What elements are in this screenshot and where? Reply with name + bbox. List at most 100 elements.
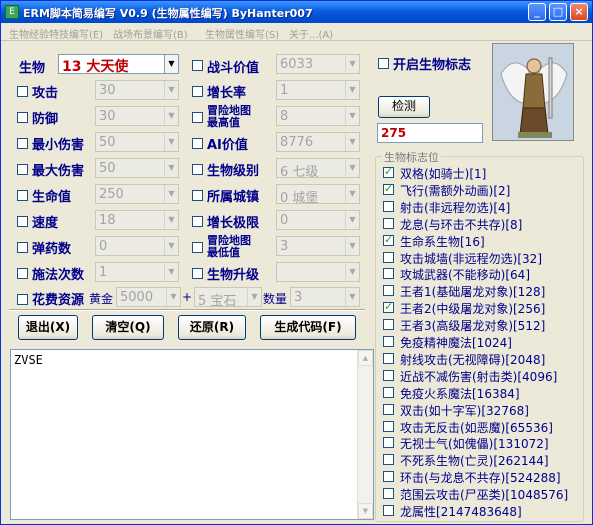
min-damage-select[interactable]: 50 ▼ — [95, 132, 179, 152]
flag-checkbox[interactable] — [383, 182, 394, 195]
creature-select[interactable]: 13 大天使 ▼ — [58, 54, 179, 75]
speed-select[interactable]: 18 ▼ — [95, 210, 179, 230]
max-damage-select[interactable]: 50 ▼ — [95, 158, 179, 178]
level-checkbox[interactable] — [192, 164, 203, 175]
flag-checkbox[interactable] — [383, 251, 394, 263]
flag-checkbox[interactable] — [383, 369, 394, 381]
defense-checkbox[interactable] — [17, 112, 28, 123]
adv-max-select[interactable]: 8 ▼ — [276, 106, 360, 126]
flag-item[interactable]: 王者1(基础屠龙对象)[128] — [383, 283, 583, 299]
gold-select[interactable]: 5000 ▼ — [116, 287, 181, 307]
hp-select[interactable]: 250 ▼ — [95, 184, 179, 204]
town-select[interactable]: 0 城堡 ▼ — [276, 184, 360, 206]
flag-checkbox[interactable] — [383, 285, 394, 297]
resource-select[interactable]: 5 宝石 ▼ — [194, 287, 262, 309]
flag-checkbox[interactable] — [383, 200, 394, 212]
flag-checkbox[interactable] — [383, 505, 394, 516]
menu-creature-attr[interactable]: 生物属性编写(S) — [205, 26, 279, 41]
flag-checkbox[interactable] — [383, 471, 394, 483]
growth-select[interactable]: 1 ▼ — [276, 80, 360, 100]
generate-code-button[interactable]: 生成代码(F) — [260, 315, 356, 340]
flag-item[interactable]: 近战不减伤害(射击类)[4096] — [383, 368, 583, 384]
flag-item[interactable]: 攻击无反击(如恶魔)[65536] — [383, 419, 583, 435]
restore-button[interactable]: 还原(R) — [178, 315, 246, 340]
flag-value-input[interactable]: 275 — [377, 123, 483, 143]
flag-checkbox[interactable] — [383, 454, 394, 466]
ammo-select[interactable]: 0 ▼ — [95, 236, 179, 256]
flag-item[interactable]: 双击(如十字军)[32768] — [383, 402, 583, 418]
flag-item[interactable]: 射击(非远程勿选)[4] — [383, 199, 583, 215]
adv-min-select[interactable]: 3 ▼ — [276, 236, 360, 256]
flag-item[interactable]: 王者3(高级屠龙对象)[512] — [383, 317, 583, 333]
flag-checkbox[interactable] — [383, 319, 394, 331]
scroll-up-icon[interactable]: ▲ — [358, 350, 373, 366]
attack-select[interactable]: 30 ▼ — [95, 80, 179, 100]
code-output[interactable]: ZVSE ▲ ▼ — [10, 349, 374, 520]
max-damage-checkbox[interactable] — [17, 164, 28, 175]
flag-item[interactable]: 飞行(需额外动画)[2] — [383, 182, 583, 198]
adv-max-checkbox[interactable] — [192, 112, 203, 123]
flag-item[interactable]: 双格(如骑士)[1] — [383, 165, 583, 181]
flag-checkbox[interactable] — [383, 233, 394, 246]
flag-checkbox[interactable] — [383, 217, 394, 229]
fight-value-checkbox[interactable] — [192, 60, 203, 71]
flag-checkbox[interactable] — [383, 488, 394, 500]
attack-checkbox[interactable] — [17, 86, 28, 97]
min-damage-checkbox[interactable] — [17, 138, 28, 149]
quantity-select[interactable]: 3 ▼ — [290, 287, 360, 307]
hp-checkbox[interactable] — [17, 190, 28, 201]
flag-checkbox[interactable] — [383, 403, 394, 415]
menu-battlefield[interactable]: 战场布景编写(B) — [113, 26, 188, 41]
flag-item[interactable]: 王者2(中级屠龙对象)[256] — [383, 300, 583, 316]
scroll-down-icon[interactable]: ▼ — [358, 503, 373, 519]
close-button[interactable]: × — [570, 3, 588, 21]
maximize-button[interactable]: □ — [549, 3, 567, 21]
growth-checkbox[interactable] — [192, 86, 203, 97]
flag-item[interactable]: 无视士气(如傀儡)[131072] — [383, 435, 583, 451]
flag-item[interactable]: 龙属性[2147483648] — [383, 503, 583, 519]
menu-exp-skills[interactable]: 生物经验特技编写(E) — [9, 26, 103, 41]
cost-checkbox[interactable] — [17, 294, 28, 305]
flag-item[interactable]: 攻击城墙(非远程勿选)[32] — [383, 250, 583, 266]
upgrade-select[interactable]: ▼ — [276, 262, 360, 282]
town-checkbox[interactable] — [192, 190, 203, 201]
detect-button[interactable]: 检测 — [378, 96, 430, 118]
casts-checkbox[interactable] — [17, 268, 28, 279]
flag-item[interactable]: 射线攻击(无视障碍)[2048] — [383, 351, 583, 367]
clear-button[interactable]: 清空(Q) — [92, 315, 164, 340]
flag-item[interactable]: 不死系生物(亡灵)[262144] — [383, 452, 583, 468]
vertical-scrollbar[interactable]: ▲ ▼ — [357, 350, 373, 519]
ammo-checkbox[interactable] — [17, 242, 28, 253]
flag-checkbox[interactable] — [383, 300, 394, 314]
flag-checkbox[interactable] — [383, 437, 394, 449]
menu-about[interactable]: 关于...(A) — [289, 26, 333, 41]
ai-value-checkbox[interactable] — [192, 138, 203, 149]
attack-label: 攻击 — [32, 86, 59, 101]
flag-checkbox[interactable] — [383, 268, 394, 280]
defense-select[interactable]: 30 ▼ — [95, 106, 179, 126]
flag-item[interactable]: 生命系生物[16] — [383, 233, 583, 249]
flag-item[interactable]: 环击(与龙息不共存)[524288] — [383, 469, 583, 485]
speed-checkbox[interactable] — [17, 216, 28, 227]
flag-item[interactable]: 免疫火系魔法[16384] — [383, 385, 583, 401]
flag-item[interactable]: 攻城武器(不能移动)[64] — [383, 266, 583, 282]
upgrade-checkbox[interactable] — [192, 268, 203, 279]
growth-limit-checkbox[interactable] — [192, 216, 203, 227]
flag-checkbox[interactable] — [383, 386, 394, 398]
minimize-button[interactable]: _ — [528, 3, 546, 21]
ai-value-select[interactable]: 8776 ▼ — [276, 132, 360, 152]
flag-item[interactable]: 免疫精神魔法[1024] — [383, 334, 583, 350]
level-select[interactable]: 6 七级 ▼ — [276, 158, 360, 180]
flag-checkbox[interactable] — [383, 165, 394, 178]
fight-value-select[interactable]: 6033 ▼ — [276, 54, 360, 74]
flag-checkbox[interactable] — [383, 420, 394, 432]
growth-limit-select[interactable]: 0 ▼ — [276, 210, 360, 230]
adv-min-checkbox[interactable] — [192, 242, 203, 253]
flag-item[interactable]: 范围云攻击(尸巫类)[1048576] — [383, 486, 583, 502]
flag-checkbox[interactable] — [383, 352, 394, 364]
flag-checkbox[interactable] — [383, 336, 394, 347]
exit-button[interactable]: 退出(X) — [18, 315, 78, 340]
enable-flags-checkbox[interactable] — [378, 58, 389, 69]
flag-item[interactable]: 龙息(与环击不共存)[8] — [383, 216, 583, 232]
casts-select[interactable]: 1 ▼ — [95, 262, 179, 282]
